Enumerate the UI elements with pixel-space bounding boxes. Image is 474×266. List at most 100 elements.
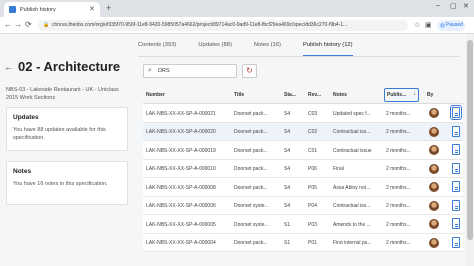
document-icon[interactable] — [452, 218, 460, 229]
updates-card-title: Updates — [13, 114, 39, 121]
avatar — [429, 200, 439, 211]
table-row[interactable]: LAK-NBS-XX-XX-SP-A-000019 Doorset pack...… — [143, 141, 463, 160]
search-icon: ⌕ — [148, 67, 152, 74]
profile-avatar-icon — [440, 23, 445, 28]
column-by[interactable]: By — [427, 92, 433, 98]
table-header: Number Title Sta... Rev... Notes Publis.… — [143, 86, 463, 104]
cell-number: LAK-NBS-XX-XX-SP-A-000008 — [146, 184, 216, 191]
column-title[interactable]: Title — [234, 92, 244, 98]
tab-publish-history[interactable]: Publish history (12) — [302, 38, 353, 56]
cell-status: S1 — [284, 240, 291, 246]
column-notes[interactable]: Notes — [333, 92, 347, 98]
document-icon[interactable] — [450, 105, 462, 120]
minimize-icon[interactable]: – — [436, 2, 440, 9]
new-tab-icon[interactable]: + — [106, 3, 111, 13]
document-icon[interactable] — [452, 162, 460, 174]
table-row[interactable]: LAK-NBS-XX-XX-SP-A-000004 Doorset pack...… — [143, 233, 463, 252]
column-revision[interactable]: Rev... — [308, 92, 321, 98]
cell-published: 2 months... — [386, 203, 411, 209]
cell-rev: P03 — [308, 221, 317, 228]
browser-tab-title: Publish history — [20, 6, 56, 13]
tab-notes[interactable]: Notes (16) — [254, 38, 281, 56]
cell-rev: P06 — [308, 166, 317, 172]
back-arrow-icon[interactable]: ← — [4, 20, 12, 29]
column-published-label: Publis... — [387, 92, 407, 98]
cell-number: LAK-NBS-XX-XX-SP-A-000021 — [146, 110, 216, 117]
back-icon[interactable]: ← — [4, 62, 13, 72]
scrollbar[interactable] — [466, 34, 474, 266]
updates-card[interactable]: Updates You have 88 updates available fo… — [6, 107, 128, 151]
close-tab-icon[interactable]: ✕ — [89, 5, 95, 13]
page-title: 02 - Architecture — [18, 59, 121, 74]
cell-notes: Assa Abloy not... — [333, 184, 371, 191]
cell-title: Doorset syste... — [234, 221, 269, 228]
browser-tab[interactable]: Publish history ✕ — [4, 2, 100, 17]
avatar — [429, 219, 439, 229]
cell-rev: P01 — [308, 240, 317, 246]
window-close-icon[interactable]: ✕ — [463, 2, 469, 10]
notes-card[interactable]: Notes You have 16 notes in this specific… — [6, 161, 128, 205]
search-input[interactable]: ⌕ DRS — [143, 64, 237, 78]
star-icon[interactable]: ☆ — [414, 21, 420, 29]
extension-icon[interactable]: ▣ — [425, 21, 432, 29]
avatar — [429, 163, 439, 174]
cell-published: 2 months... — [386, 184, 411, 191]
table-row[interactable]: LAK-NBS-XX-XX-SP-A-000021 Doorset pack...… — [143, 104, 463, 123]
refresh-icon: ↻ — [246, 66, 253, 75]
document-icon[interactable] — [452, 144, 460, 155]
url-field[interactable]: 🔒 chorus.thenbs.com/org/ef335f70-956f-11… — [38, 20, 408, 31]
updates-card-text: You have 88 updates available for this s… — [13, 127, 106, 141]
url-text: chorus.thenbs.com/org/ef335f70-956f-11e8… — [52, 22, 348, 28]
cell-status: S4 — [284, 147, 291, 154]
cell-number: LAK-NBS-XX-XX-SP-A-000019 — [146, 147, 216, 154]
cell-status: S4 — [284, 166, 291, 172]
tab-divider — [138, 56, 460, 57]
cell-rev: P04 — [308, 203, 317, 209]
document-icon[interactable] — [452, 199, 460, 211]
column-number[interactable]: Number — [146, 92, 165, 98]
table-row[interactable]: LAK-NBS-XX-XX-SP-A-000020 Doorset pack...… — [143, 122, 463, 141]
cell-rev: P05 — [308, 184, 317, 191]
cell-rev: C03 — [308, 110, 318, 117]
reload-icon[interactable]: ⟳ — [25, 20, 32, 29]
cell-number: LAK-NBS-XX-XX-SP-A-000006 — [146, 203, 216, 209]
sort-down-icon: ↓ — [413, 91, 416, 97]
scrollbar-thumb[interactable] — [467, 40, 473, 240]
forward-arrow-icon[interactable]: → — [14, 20, 22, 29]
cell-title: Doorset pack... — [234, 184, 268, 191]
avatar — [429, 182, 439, 192]
cell-status: S4 — [284, 203, 291, 209]
cell-status: S4 — [284, 184, 291, 191]
cell-published: 2 months... — [386, 147, 411, 154]
lock-icon: 🔒 — [43, 22, 50, 28]
tab-contents[interactable]: Contents (393) — [138, 38, 176, 56]
address-bar: ← → ⟳ 🔒 chorus.thenbs.com/org/ef335f70-9… — [0, 17, 474, 34]
avatar — [429, 145, 439, 155]
cell-number: LAK-NBS-XX-XX-SP-A-000004 — [146, 240, 216, 246]
table-row[interactable]: LAK-NBS-XX-XX-SP-A-000005 Doorset syste..… — [143, 215, 463, 234]
refresh-button[interactable]: ↻ — [242, 64, 257, 78]
tab-updates[interactable]: Updates (88) — [198, 38, 232, 56]
spec-tabs: Contents (393) Updates (88) Notes (16) P… — [138, 38, 375, 56]
profile-label: Paused — [446, 22, 463, 28]
cell-number: LAK-NBS-XX-XX-SP-A-000005 — [146, 221, 216, 228]
table-row[interactable]: LAK-NBS-XX-XX-SP-A-000006 Doorset syste..… — [143, 196, 463, 215]
table-row[interactable]: LAK-NBS-XX-XX-SP-A-000010 Doorset pack...… — [143, 159, 463, 178]
column-published[interactable]: Publis... ↓ — [384, 88, 419, 102]
page-content: ← 02 - Architecture NBS-03 - Lakeside Re… — [0, 34, 466, 266]
cell-title: Doorset pack... — [234, 129, 268, 135]
cell-published: 2 months... — [386, 240, 411, 246]
favicon-icon — [9, 6, 16, 13]
document-icon[interactable] — [452, 125, 460, 137]
browser-tab-bar: Publish history ✕ + – ▢ ✕ — [0, 0, 474, 17]
table-row[interactable]: LAK-NBS-XX-XX-SP-A-000008 Doorset pack...… — [143, 178, 463, 197]
cell-notes: Contractual iss... — [333, 203, 371, 209]
cell-notes: Contractual issue — [333, 147, 372, 154]
profile-button[interactable]: Paused — [437, 20, 465, 31]
document-icon[interactable] — [452, 236, 460, 248]
cell-status: S4 — [284, 110, 291, 117]
document-icon[interactable] — [452, 181, 460, 192]
column-status[interactable]: Sta... — [284, 92, 296, 98]
notes-card-text: You have 16 notes in this specification. — [13, 181, 108, 187]
maximize-icon[interactable]: ▢ — [450, 2, 457, 10]
